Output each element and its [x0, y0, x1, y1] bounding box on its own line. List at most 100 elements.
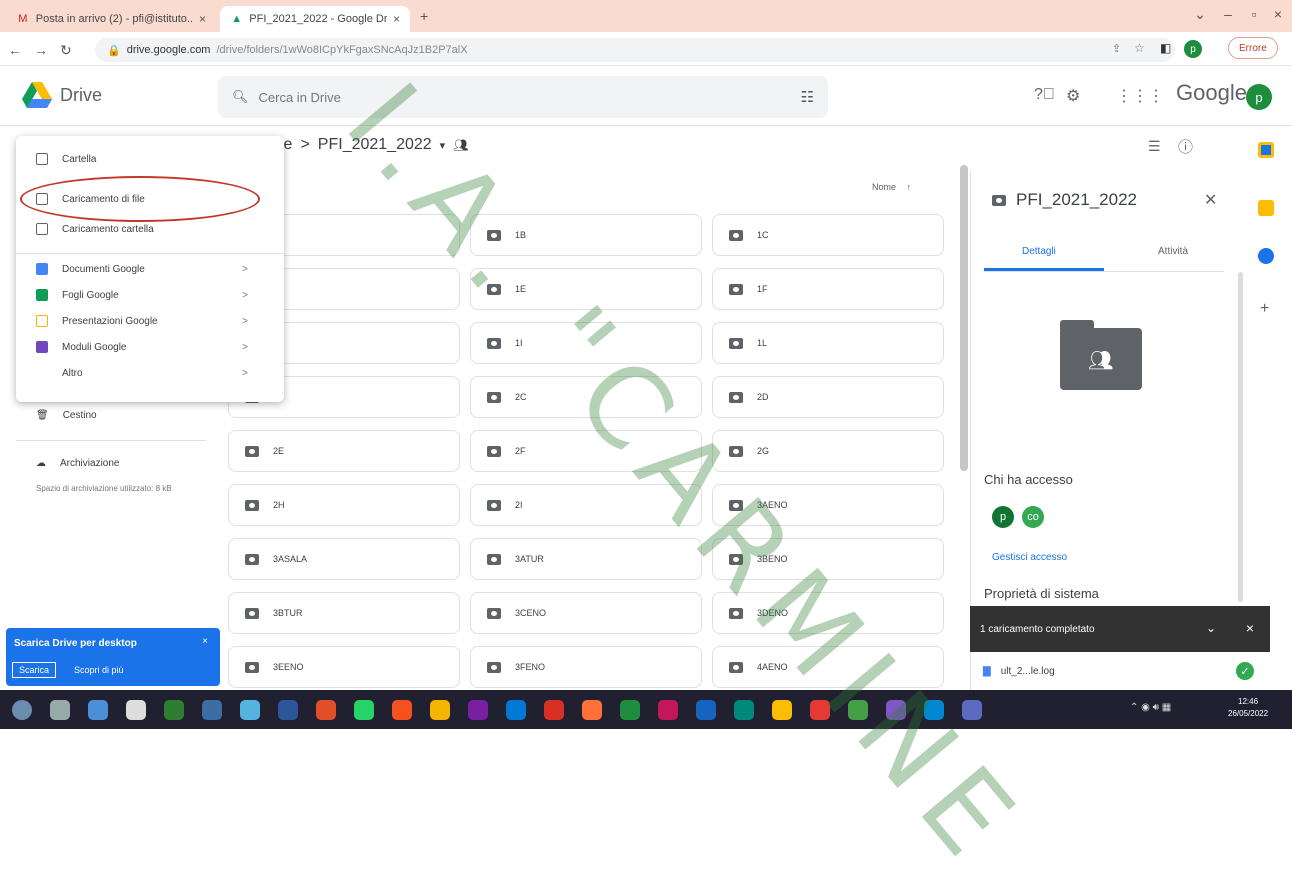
browser-tab-drive[interactable]: ▲ PFI_2021_2022 - Google Drive ×: [220, 6, 410, 32]
close-window-icon[interactable]: ×: [1264, 6, 1292, 22]
drive-logo[interactable]: Drive: [22, 82, 102, 108]
taskbar-app-icon[interactable]: [202, 700, 222, 720]
taskbar-app-icon[interactable]: [620, 700, 640, 720]
taskbar-app-icon[interactable]: [848, 700, 868, 720]
tab-search-icon[interactable]: ⌄: [1186, 6, 1214, 23]
main-scrollbar[interactable]: [960, 165, 968, 471]
close-tab-icon[interactable]: ×: [199, 12, 206, 26]
taskbar-app-icon[interactable]: [962, 700, 982, 720]
browser-tab-gmail[interactable]: M Posta in arrivo (2) - pfi@istituto... …: [6, 6, 216, 32]
folder-card[interactable]: 3EENO: [228, 646, 460, 688]
taskbar-app-icon[interactable]: [506, 700, 526, 720]
folder-card[interactable]: 2I: [470, 484, 702, 526]
close-details-icon[interactable]: ✕: [1204, 190, 1217, 210]
download-button[interactable]: Scarica: [12, 662, 57, 678]
new-tab-button[interactable]: +: [420, 8, 428, 24]
folder-card[interactable]: 2H: [228, 484, 460, 526]
taskbar-app-icon[interactable]: [924, 700, 944, 720]
menu-item-sheets[interactable]: Fogli Google >: [16, 282, 284, 308]
back-icon[interactable]: ←: [8, 42, 22, 58]
chevron-down-icon[interactable]: ▾: [440, 139, 446, 152]
taskbar-app-icon[interactable]: [164, 700, 184, 720]
folder-card[interactable]: 3BTUR: [228, 592, 460, 634]
folder-card[interactable]: 1I: [470, 322, 702, 364]
folder-card[interactable]: 1F: [712, 268, 944, 310]
taskbar-app-icon[interactable]: [126, 700, 146, 720]
folder-card[interactable]: 3DENO: [712, 592, 944, 634]
folder-card[interactable]: 1B: [470, 214, 702, 256]
taskbar-app-icon[interactable]: [810, 700, 830, 720]
taskbar-app-icon[interactable]: [354, 700, 374, 720]
folder-card[interactable]: 2G: [712, 430, 944, 472]
access-avatar[interactable]: p: [992, 506, 1014, 528]
taskbar-app-icon[interactable]: [582, 700, 602, 720]
minimize-icon[interactable]: –: [1214, 6, 1242, 22]
folder-card[interactable]: 2F: [470, 430, 702, 472]
bookmark-star-icon[interactable]: ☆: [1134, 41, 1145, 55]
taskbar-app-icon[interactable]: [544, 700, 564, 720]
tab-activity[interactable]: Attività: [1158, 246, 1188, 257]
folder-card[interactable]: 1L: [712, 322, 944, 364]
folder-card[interactable]: 4AENO: [712, 646, 944, 688]
menu-item-slides[interactable]: Presentazioni Google >: [16, 308, 284, 334]
extension-icon[interactable]: ◧: [1160, 41, 1171, 55]
tab-details[interactable]: Dettagli: [1022, 246, 1056, 257]
folder-card[interactable]: 2E: [228, 430, 460, 472]
taskbar-app-icon[interactable]: [696, 700, 716, 720]
info-icon[interactable]: ⓘ: [1178, 136, 1193, 157]
menu-item-forms[interactable]: Moduli Google >: [16, 334, 284, 360]
taskbar-app-icon[interactable]: [658, 700, 678, 720]
reload-icon[interactable]: ↻: [60, 42, 72, 59]
taskbar-app-icon[interactable]: [240, 700, 260, 720]
menu-item-docs[interactable]: Documenti Google >: [16, 256, 284, 282]
folder-card[interactable]: 3CENO: [470, 592, 702, 634]
access-avatar[interactable]: co: [1022, 506, 1044, 528]
chevron-down-icon[interactable]: ⌄: [1206, 621, 1216, 635]
list-view-icon[interactable]: ☰: [1148, 138, 1161, 155]
help-icon[interactable]: ?⃝: [1034, 86, 1055, 104]
folder-card[interactable]: 3AENO: [712, 484, 944, 526]
taskbar-clock[interactable]: 12:46 26/05/2022: [1228, 696, 1268, 720]
settings-icon[interactable]: ⚙: [1066, 86, 1080, 106]
taskbar-app-icon[interactable]: [88, 700, 108, 720]
manage-access-link[interactable]: Gestisci accesso: [992, 552, 1067, 563]
browser-error-button[interactable]: Errore: [1228, 37, 1278, 59]
taskbar-app-icon[interactable]: [886, 700, 906, 720]
taskbar-app-icon[interactable]: [430, 700, 450, 720]
share-icon[interactable]: ⇪: [1112, 42, 1121, 55]
sidebar-item-trash[interactable]: 🗑︎ Cestino: [36, 410, 97, 421]
folder-card[interactable]: 2D: [712, 376, 944, 418]
add-addon-icon[interactable]: +: [1260, 300, 1269, 318]
upload-file-row[interactable]: ▇ ult_2...le.log ✓: [970, 652, 1270, 690]
learn-more-link[interactable]: Scopri di più: [74, 665, 124, 675]
folder-card[interactable]: 3ASALA: [228, 538, 460, 580]
account-avatar[interactable]: p: [1246, 84, 1272, 110]
sidebar-item-storage[interactable]: ☁ Archiviazione: [36, 458, 119, 469]
taskbar-app-icon[interactable]: [392, 700, 412, 720]
tasks-icon[interactable]: [1258, 248, 1274, 264]
close-icon[interactable]: ×: [1246, 620, 1254, 636]
folder-card[interactable]: 1C: [712, 214, 944, 256]
calendar-icon[interactable]: [1258, 142, 1274, 158]
folder-card[interactable]: 1E: [470, 268, 702, 310]
taskbar-app-icon[interactable]: [468, 700, 488, 720]
start-menu-icon[interactable]: [12, 700, 32, 720]
taskbar-app-icon[interactable]: [734, 700, 754, 720]
apps-grid-icon[interactable]: ⋮⋮⋮: [1116, 86, 1164, 106]
search-options-icon[interactable]: ☷: [801, 88, 814, 106]
search-input[interactable]: 🔍︎ Cerca in Drive ☷: [218, 76, 828, 118]
close-icon[interactable]: ×: [202, 636, 208, 647]
profile-icon[interactable]: p: [1184, 40, 1202, 58]
address-input[interactable]: 🔒 drive.google.com/drive/folders/1wWo8IC…: [95, 38, 1175, 62]
breadcrumb-current[interactable]: PFI_2021_2022: [318, 136, 432, 154]
menu-item-folder[interactable]: Cartella: [16, 146, 284, 172]
keep-icon[interactable]: [1258, 200, 1274, 216]
close-tab-icon[interactable]: ×: [393, 12, 400, 26]
forward-icon[interactable]: →: [34, 42, 48, 58]
folder-card[interactable]: 2C: [470, 376, 702, 418]
system-tray[interactable]: ⌃ ◉ 🔊︎ ▦: [1130, 702, 1171, 713]
folder-card[interactable]: 3ATUR: [470, 538, 702, 580]
folder-card[interactable]: 3BENO: [712, 538, 944, 580]
search-icon[interactable]: [50, 700, 70, 720]
sort-header[interactable]: Nome ↑: [872, 182, 911, 192]
